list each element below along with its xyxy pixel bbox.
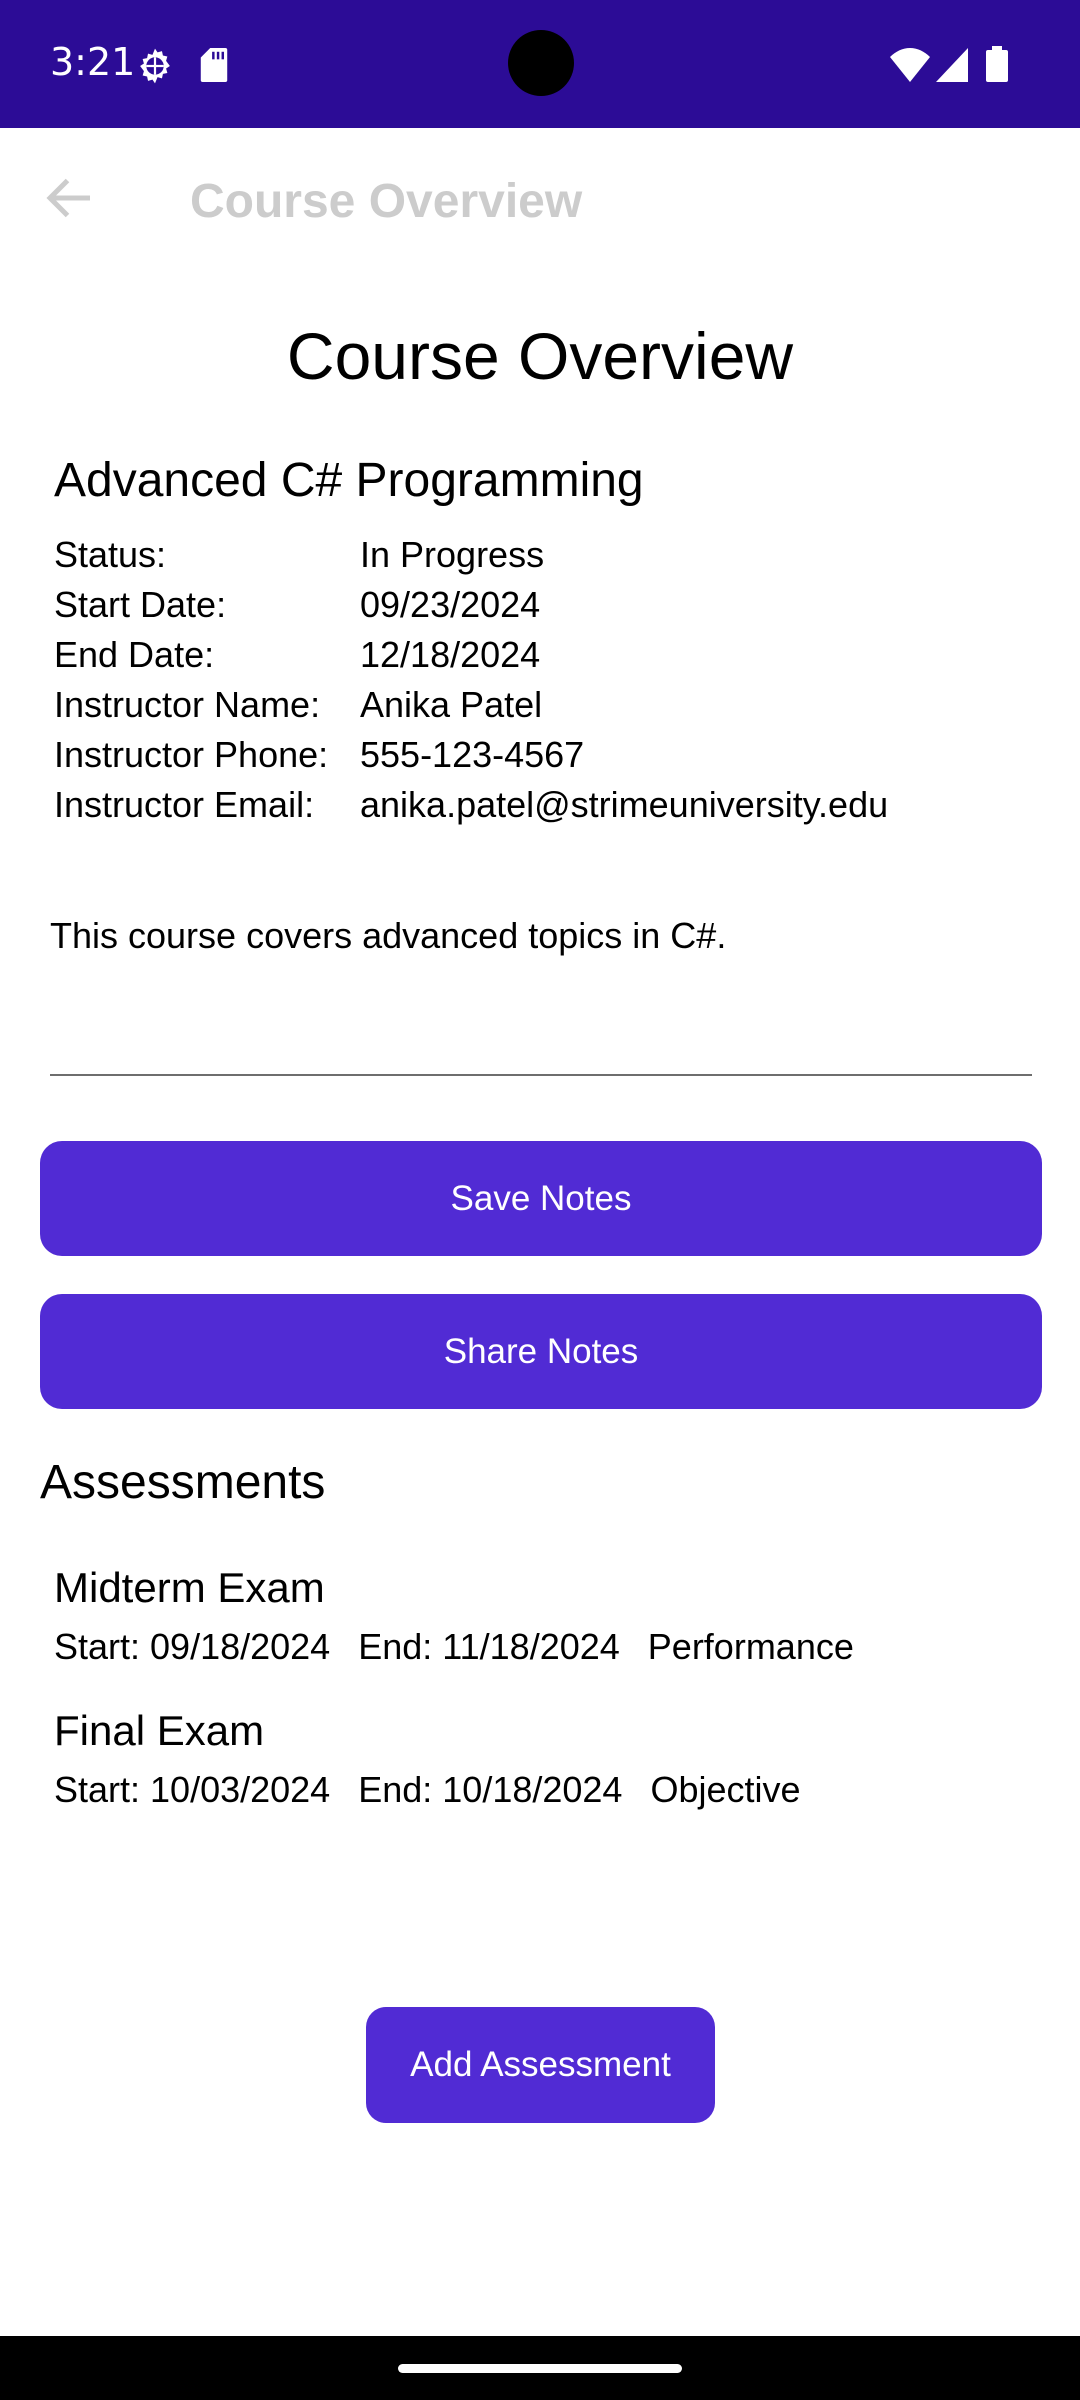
sd-card-icon <box>200 48 228 82</box>
navigation-bar <box>0 2336 1080 2400</box>
assessment-meta: Start: 10/03/2024 End: 10/18/2024 Object… <box>54 1769 801 1811</box>
gear-icon <box>140 48 170 84</box>
assessments-heading: Assessments <box>40 1456 326 1509</box>
course-details: Status: In Progress Start Date: 09/23/20… <box>54 530 888 830</box>
detail-label: End Date: <box>54 634 215 675</box>
signal-icon <box>936 48 968 82</box>
detail-row-instructor-phone: Instructor Phone: 555-123-4567 <box>54 730 888 780</box>
assessment-end: End: 10/18/2024 <box>358 1769 623 1810</box>
detail-label: Instructor Name: <box>54 684 321 725</box>
assessment-type: Objective <box>650 1769 801 1810</box>
assessment-meta: Start: 09/18/2024 End: 11/18/2024 Perfor… <box>54 1626 854 1668</box>
detail-value: 555-123-4567 <box>360 734 585 775</box>
add-assessment-button[interactable]: Add Assessment <box>366 2007 715 2123</box>
assessment-name: Final Exam <box>54 1707 265 1754</box>
notes-underline <box>50 1074 1032 1076</box>
status-time: 3:21 <box>50 40 136 84</box>
detail-value: In Progress <box>360 534 545 575</box>
detail-row-start-date: Start Date: 09/23/2024 <box>54 580 888 630</box>
camera-cutout <box>508 30 574 96</box>
assessment-type: Performance <box>647 1626 854 1667</box>
detail-row-status: Status: In Progress <box>54 530 888 580</box>
app-bar: Course Overview <box>0 128 1080 276</box>
notes-editor[interactable]: This course covers advanced topics in C#… <box>50 915 726 957</box>
detail-row-instructor-email: Instructor Email: anika.patel@strimeuniv… <box>54 780 888 830</box>
detail-row-instructor-name: Instructor Name: Anika Patel <box>54 680 888 730</box>
save-notes-button[interactable]: Save Notes <box>40 1141 1042 1256</box>
share-notes-button[interactable]: Share Notes <box>40 1294 1042 1409</box>
course-name: Advanced C# Programming <box>54 454 644 507</box>
detail-label: Start Date: <box>54 584 227 625</box>
status-bar: 3:21 <box>0 0 1080 128</box>
detail-label: Instructor Phone: <box>54 734 329 775</box>
app-bar-title: Course Overview <box>190 175 583 228</box>
battery-icon <box>986 46 1008 82</box>
detail-label: Status: <box>54 534 167 575</box>
detail-value: Anika Patel <box>360 684 543 725</box>
home-gesture-handle[interactable] <box>398 2364 682 2373</box>
assessment-start: Start: 09/18/2024 <box>54 1626 331 1667</box>
assessment-item[interactable]: Midterm Exam Start: 09/18/2024 End: 11/1… <box>54 1558 854 1668</box>
assessment-name: Midterm Exam <box>54 1564 325 1611</box>
detail-row-end-date: End Date: 12/18/2024 <box>54 630 888 680</box>
detail-value: 09/23/2024 <box>360 584 541 625</box>
page-title: Course Overview <box>286 319 794 393</box>
wifi-icon <box>890 48 930 82</box>
detail-label: Instructor Email: <box>54 784 315 825</box>
assessment-item[interactable]: Final Exam Start: 10/03/2024 End: 10/18/… <box>54 1701 801 1811</box>
detail-value: 12/18/2024 <box>360 634 541 675</box>
back-arrow-icon[interactable] <box>40 168 100 228</box>
assessment-start: Start: 10/03/2024 <box>54 1769 331 1810</box>
detail-value: anika.patel@strimeuniversity.edu <box>360 784 889 825</box>
assessment-end: End: 11/18/2024 <box>358 1626 620 1667</box>
